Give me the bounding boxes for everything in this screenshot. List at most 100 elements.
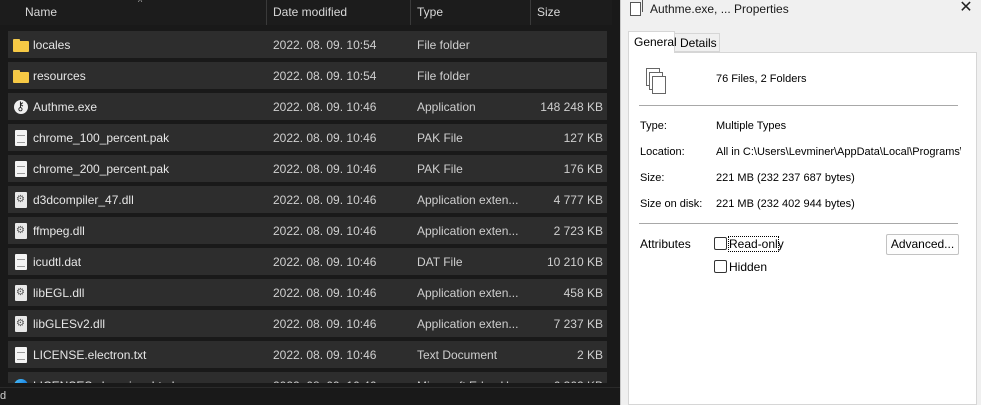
column-divider[interactable] bbox=[410, 0, 411, 25]
file-size: 176 KB bbox=[563, 162, 603, 176]
file-name: chrome_100_percent.pak bbox=[33, 131, 170, 145]
file-row[interactable]: locales 2022. 08. 09. 10:54 File folder bbox=[8, 31, 607, 58]
file-date-modified: 2022. 08. 09. 10:46 bbox=[273, 317, 377, 331]
size-on-disk-label: Size on disk: bbox=[640, 198, 703, 210]
file-date-modified: 2022. 08. 09. 10:46 bbox=[273, 224, 377, 238]
file-list: locales 2022. 08. 09. 10:54 File folder res… bbox=[0, 28, 612, 383]
file-date-modified: 2022. 08. 09. 10:46 bbox=[273, 286, 377, 300]
file-row[interactable]: libGLESv2.dll 2022. 08. 09. 10:46 Applicat… bbox=[8, 310, 607, 337]
file-row[interactable]: chrome_100_percent.pak 2022. 08. 09. 10:4… bbox=[8, 124, 607, 151]
file-icon bbox=[13, 254, 29, 270]
file-type: Application exten... bbox=[417, 224, 519, 238]
column-header: ^ Name Date modified Type Size bbox=[0, 0, 612, 25]
file-row[interactable]: libEGL.dll 2022. 08. 09. 10:46 Application… bbox=[8, 279, 607, 306]
file-name: resources bbox=[33, 69, 86, 83]
separator bbox=[639, 105, 958, 106]
dll-icon bbox=[13, 192, 29, 208]
file-size: 458 KB bbox=[563, 286, 603, 300]
file-name: locales bbox=[33, 38, 71, 52]
file-row[interactable]: Authme.exe 2022. 08. 09. 10:46 Application… bbox=[8, 93, 607, 120]
tab-general[interactable]: General bbox=[628, 31, 677, 53]
file-date-modified: 2022. 08. 09. 10:46 bbox=[273, 131, 377, 145]
file-name: Authme.exe bbox=[33, 100, 98, 114]
file-type: File folder bbox=[417, 38, 470, 52]
size-value: 221 MB (232 237 687 bytes) bbox=[716, 172, 855, 184]
file-size: 2 723 KB bbox=[553, 224, 603, 238]
hidden-label[interactable]: Hidden bbox=[729, 260, 767, 274]
multiple-files-icon bbox=[630, 0, 643, 16]
location-label: Location: bbox=[640, 146, 685, 158]
file-date-modified: 2022. 08. 09. 10:46 bbox=[273, 379, 376, 383]
file-row[interactable]: ffmpeg.dll 2022. 08. 09. 10:46 Application… bbox=[8, 217, 607, 244]
file-name: chrome_200_percent.pak bbox=[33, 162, 170, 176]
column-type[interactable]: Type bbox=[417, 5, 443, 19]
type-value: Multiple Types bbox=[716, 120, 787, 132]
file-row[interactable]: LICENSES.chromium.html 2022. 08. 09. 10:4… bbox=[8, 372, 607, 383]
status-text: d bbox=[0, 390, 7, 402]
file-type: Application exten... bbox=[417, 193, 519, 207]
file-name: d3dcompiler_47.dll bbox=[33, 193, 134, 207]
status-bar: d bbox=[0, 387, 620, 405]
tab-details[interactable]: Details bbox=[675, 33, 720, 52]
file-date-modified: 2022. 08. 09. 10:54 bbox=[273, 38, 377, 52]
file-size: 7 237 KB bbox=[553, 317, 603, 331]
file-row[interactable]: resources 2022. 08. 09. 10:54 File folder bbox=[8, 62, 607, 89]
file-date-modified: 2022. 08. 09. 10:46 bbox=[273, 100, 377, 114]
file-date-modified: 2022. 08. 09. 10:46 bbox=[273, 348, 377, 362]
type-label: Type: bbox=[640, 120, 667, 132]
file-date-modified: 2022. 08. 09. 10:46 bbox=[273, 193, 377, 207]
file-size: 2 KB bbox=[576, 348, 603, 362]
file-name: ffmpeg.dll bbox=[33, 224, 85, 238]
file-icon bbox=[13, 130, 29, 146]
dll-icon bbox=[13, 285, 29, 301]
hidden-checkbox[interactable] bbox=[714, 260, 727, 273]
column-divider[interactable] bbox=[530, 0, 531, 25]
edge-icon bbox=[13, 378, 29, 383]
file-row[interactable]: LICENSE.electron.txt 2022. 08. 09. 10:46 T… bbox=[8, 341, 607, 368]
advanced-button[interactable]: Advanced... bbox=[886, 234, 959, 255]
file-name: icudtl.dat bbox=[33, 255, 82, 269]
size-label: Size: bbox=[640, 172, 665, 184]
vertical-scrollbar[interactable] bbox=[612, 0, 620, 387]
file-name: LICENSE.electron.txt bbox=[33, 348, 147, 362]
file-name: libEGL.dll bbox=[33, 286, 85, 300]
dll-icon bbox=[13, 223, 29, 239]
file-name: LICENSES.chromium.html bbox=[33, 379, 174, 383]
separator bbox=[639, 223, 958, 224]
column-name[interactable]: Name bbox=[25, 5, 57, 19]
sort-up-icon: ^ bbox=[138, 0, 143, 7]
file-explorer: ^ Name Date modified Type Size locales 20… bbox=[0, 0, 620, 405]
close-button[interactable]: ✕ bbox=[955, 0, 977, 18]
file-type: PAK File bbox=[417, 162, 463, 176]
dll-icon bbox=[13, 316, 29, 332]
size-on-disk-value: 221 MB (232 402 944 bytes) bbox=[716, 198, 855, 210]
file-row[interactable]: chrome_200_percent.pak 2022. 08. 09. 10:4… bbox=[8, 155, 607, 182]
file-icon bbox=[13, 347, 29, 363]
file-row[interactable]: icudtl.dat 2022. 08. 09. 10:46 DAT File 10 … bbox=[8, 248, 607, 275]
file-type: Application exten... bbox=[417, 317, 519, 331]
file-type: File folder bbox=[417, 69, 470, 83]
file-type: Application exten... bbox=[417, 286, 519, 300]
file-size: 6 362 KB bbox=[554, 379, 603, 383]
file-row[interactable]: d3dcompiler_47.dll 2022. 08. 09. 10:46 App… bbox=[8, 186, 607, 213]
dialog-title: Authme.exe, ... Properties bbox=[650, 2, 789, 16]
location-value: All in C:\Users\Levminer\AppData\Local\P… bbox=[716, 146, 961, 158]
column-divider[interactable] bbox=[266, 0, 267, 25]
file-type: PAK File bbox=[417, 131, 463, 145]
file-date-modified: 2022. 08. 09. 10:46 bbox=[273, 255, 377, 269]
file-type: Text Document bbox=[417, 348, 498, 362]
column-date-modified[interactable]: Date modified bbox=[273, 5, 347, 19]
attributes-label: Attributes bbox=[640, 237, 691, 251]
readonly-checkbox[interactable] bbox=[714, 237, 727, 250]
file-size: 148 248 KB bbox=[540, 100, 603, 114]
file-count-summary: 76 Files, 2 Folders bbox=[716, 73, 807, 85]
column-size[interactable]: Size bbox=[537, 5, 560, 19]
file-date-modified: 2022. 08. 09. 10:54 bbox=[273, 69, 377, 83]
readonly-label[interactable]: Read-only bbox=[729, 237, 784, 251]
properties-dialog: Authme.exe, ... Properties ✕ General Det… bbox=[620, 0, 981, 405]
folder-icon bbox=[13, 68, 29, 84]
file-name: libGLESv2.dll bbox=[33, 317, 106, 331]
file-size: 4 777 KB bbox=[553, 193, 603, 207]
file-icon bbox=[13, 161, 29, 177]
file-type: Application bbox=[417, 100, 476, 114]
